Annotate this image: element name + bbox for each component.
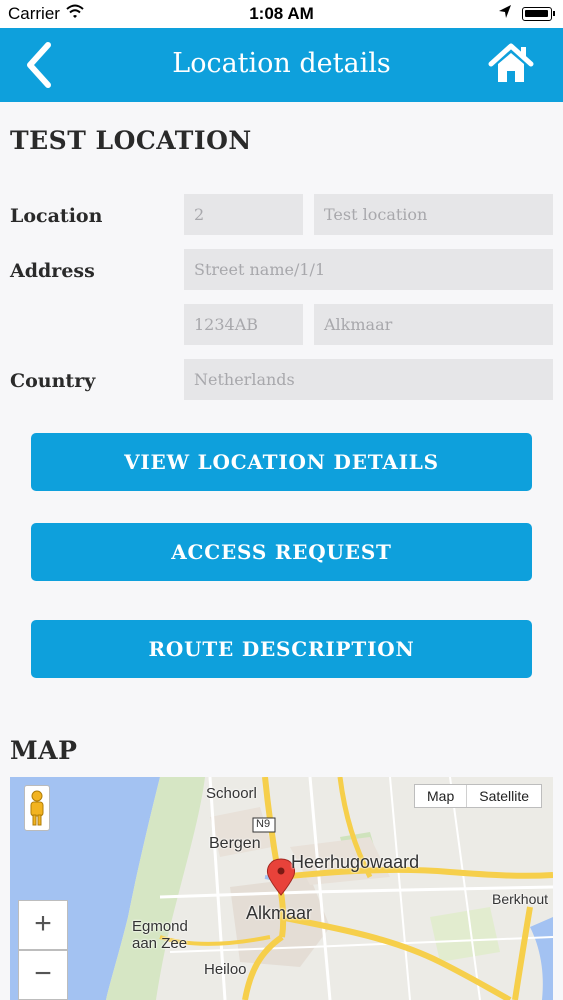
road-label-n9: N9: [256, 818, 271, 830]
location-number-field[interactable]: 2: [184, 194, 303, 235]
country-field[interactable]: Netherlands: [184, 359, 553, 400]
pegman-icon: [30, 790, 44, 826]
status-bar: Carrier 1:08 AM: [0, 0, 563, 28]
home-button[interactable]: [488, 42, 534, 86]
country-label: Country: [10, 370, 96, 392]
place-berkhout: Berkhout: [492, 891, 549, 907]
nav-bar: Location details: [0, 28, 563, 102]
place-bergen: Bergen: [209, 835, 261, 852]
place-egmond-aan-zee: aan Zee: [132, 935, 188, 952]
city-field[interactable]: Alkmaar: [314, 304, 553, 345]
postal-code-field[interactable]: 1234AB: [184, 304, 303, 345]
street-view-pegman[interactable]: [24, 785, 50, 831]
map-type-control: Map Satellite: [414, 784, 543, 808]
zoom-out-button[interactable]: −: [18, 950, 68, 1000]
home-icon: [488, 43, 534, 82]
page-title: Location details: [172, 48, 391, 79]
street-field[interactable]: Street name/1/1: [184, 249, 553, 290]
clock: 1:08 AM: [249, 4, 314, 23]
location-section-title: TEST LOCATION: [10, 126, 252, 155]
location-label: Location: [10, 205, 103, 227]
place-egmond: Egmond: [132, 918, 188, 935]
zoom-in-button[interactable]: +: [18, 900, 68, 950]
place-heerhugowaard: Heerhugowaard: [291, 852, 420, 872]
route-description-button[interactable]: ROUTE DESCRIPTION: [31, 620, 532, 678]
map-type-map-button[interactable]: Map: [415, 785, 466, 807]
map-view[interactable]: N9 Schoorl Bergen Heerhugowaard Alkmaar …: [10, 777, 553, 1000]
map-section-title: MAP: [10, 736, 78, 765]
location-arrow-icon: [498, 4, 512, 25]
address-label: Address: [10, 260, 95, 282]
battery-icon: [522, 7, 555, 21]
view-location-details-button[interactable]: VIEW LOCATION DETAILS: [31, 433, 532, 491]
place-schoorl: Schoorl: [206, 785, 257, 802]
map-tiles: [10, 777, 553, 1000]
location-name-field[interactable]: Test location: [314, 194, 553, 235]
place-heiloo: Heiloo: [204, 961, 247, 978]
map-type-satellite-button[interactable]: Satellite: [466, 785, 541, 807]
place-alkmaar: Alkmaar: [246, 903, 313, 923]
access-request-button[interactable]: ACCESS REQUEST: [31, 523, 532, 581]
